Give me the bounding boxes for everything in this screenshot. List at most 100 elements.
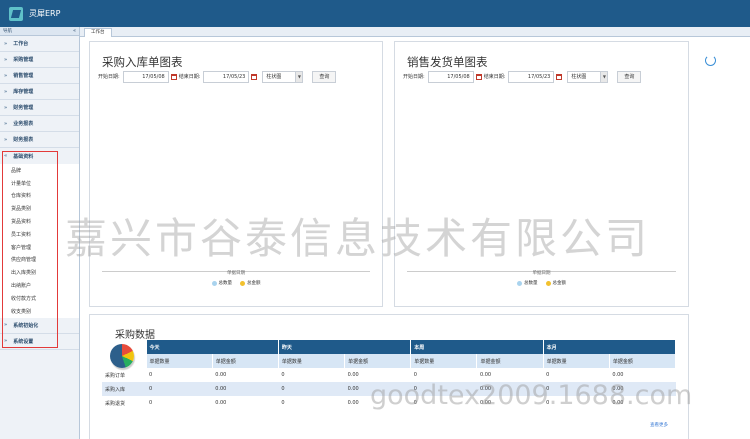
panel-title: 采购入库单图表 bbox=[102, 55, 183, 69]
table-cell: 0 bbox=[546, 400, 550, 406]
query-button[interactable]: 查询 bbox=[617, 70, 642, 83]
chart-type-select[interactable]: 柱状图 ▼ bbox=[567, 70, 609, 83]
collapse-sidebar-icon[interactable]: « bbox=[73, 28, 76, 34]
sidebar-group-inventory[interactable]: » 库存管理 bbox=[0, 84, 79, 100]
panel-title: 销售发货单图表 bbox=[407, 55, 488, 69]
chart-legend: 总数量 总金额 bbox=[395, 280, 688, 286]
sidebar-item-supplier[interactable]: 供应商管理 bbox=[0, 253, 79, 267]
view-more-link[interactable]: 查看更多 bbox=[650, 422, 668, 428]
chevron-down-icon: ▼ bbox=[295, 71, 303, 82]
legend-item-qty[interactable]: 总数量 bbox=[211, 280, 232, 286]
sidebar-group-basic-data[interactable]: « 基础资料 bbox=[0, 148, 79, 164]
sidebar-group-system-settings[interactable]: » 系统设置 bbox=[0, 334, 79, 350]
top-bar: 灵犀ERP bbox=[0, 0, 750, 27]
pie-chart-icon bbox=[110, 344, 134, 368]
sidebar-item-employee[interactable]: 员工资料 bbox=[0, 227, 79, 241]
sidebar-group-label: 工作台 bbox=[13, 41, 29, 47]
table-row[interactable]: 采购入库 0 0.00 0 0.00 0 0.00 0 0.00 bbox=[102, 382, 676, 396]
sidebar-group-label: 财务报表 bbox=[13, 137, 34, 143]
start-date-input[interactable]: 17/05/08 bbox=[427, 70, 474, 83]
column-header: 单据金额 bbox=[212, 354, 279, 368]
table-header-metrics: 单据数量 单据金额 单据数量 单据金额 单据数量 单据金额 单据数量 单据金额 bbox=[102, 354, 677, 368]
calendar-icon[interactable] bbox=[170, 73, 177, 80]
table-cell: 0.00 bbox=[212, 382, 279, 396]
table-cell: 0 bbox=[281, 372, 285, 378]
refresh-icon[interactable] bbox=[705, 55, 716, 66]
column-header: 单据数量 bbox=[278, 354, 346, 368]
legend-dot bbox=[211, 280, 217, 286]
column-header: 单据金额 bbox=[344, 354, 412, 368]
table-cell: 0 bbox=[278, 382, 345, 396]
table-cell: 0.00 bbox=[609, 382, 676, 396]
calendar-icon[interactable] bbox=[556, 73, 563, 80]
table-cell: 0 bbox=[281, 400, 285, 406]
sidebar-item-unit[interactable]: 计量单位 bbox=[0, 176, 79, 190]
sidebar-group-purchase[interactable]: » 采购管理 bbox=[0, 52, 79, 68]
end-date-input[interactable]: 17/05/23 bbox=[508, 70, 555, 83]
panel-title: 采购数据 bbox=[115, 330, 155, 341]
filter-row: 开始日期: 17/05/08 结束日期: 17/05/23 柱状图 ▼ 查询 bbox=[403, 70, 642, 83]
row-label: 采购订单 bbox=[105, 372, 126, 379]
sidebar-item-brand[interactable]: 品牌 bbox=[0, 164, 79, 177]
sidebar-title: 导航 bbox=[3, 29, 12, 34]
end-date-label: 结束日期: bbox=[178, 74, 201, 80]
expand-arrow-icon: » bbox=[4, 338, 8, 345]
sidebar-item-io-category[interactable]: 出入库类别 bbox=[0, 266, 79, 280]
legend-dot bbox=[545, 280, 551, 286]
column-header: 单据数量 bbox=[146, 354, 213, 368]
table-cell: 0.00 bbox=[612, 372, 624, 378]
legend-item-qty[interactable]: 总数量 bbox=[517, 280, 538, 286]
calendar-icon[interactable] bbox=[475, 73, 482, 80]
legend-label: 总数量 bbox=[524, 281, 538, 286]
chart-type-select[interactable]: 柱状图 ▼ bbox=[262, 70, 304, 83]
query-button[interactable]: 查询 bbox=[312, 70, 337, 83]
chart-type-value: 柱状图 bbox=[266, 74, 282, 80]
end-date-label: 结束日期: bbox=[483, 74, 506, 80]
column-header: 单据金额 bbox=[609, 354, 677, 368]
sidebar-item-warehouse[interactable]: 仓库资料 bbox=[0, 189, 79, 203]
purchase-data-table: 今天 昨天 本周 本月 单据数量 单据金额 单据数量 单据金额 单据数量 单据金… bbox=[102, 340, 677, 410]
sidebar-item-goods-category[interactable]: 货品类别 bbox=[0, 202, 79, 216]
table-cell: 0 bbox=[543, 382, 610, 396]
calendar-icon[interactable] bbox=[251, 73, 258, 80]
sidebar-group-sales[interactable]: » 销售管理 bbox=[0, 68, 79, 84]
tab-workbench[interactable]: 工作台 bbox=[84, 28, 112, 37]
legend-dot bbox=[517, 280, 522, 286]
sidebar-item-cashier-account[interactable]: 出纳账户 bbox=[0, 279, 79, 292]
column-header: 单据数量 bbox=[410, 354, 478, 368]
sidebar-group-label: 基础资料 bbox=[13, 153, 34, 160]
sidebar-item-income-expense[interactable]: 收支类别 bbox=[0, 304, 79, 318]
start-date-input[interactable]: 17/05/08 bbox=[122, 70, 169, 83]
table-cell: 0 bbox=[410, 382, 477, 396]
table-cell: 0 bbox=[546, 372, 550, 378]
table-cell: 0.00 bbox=[344, 382, 411, 396]
row-label: 采购退货 bbox=[105, 400, 126, 407]
row-label: 采购入库 bbox=[102, 382, 146, 396]
end-date-input[interactable]: 17/05/23 bbox=[203, 70, 250, 83]
legend-label: 总金额 bbox=[552, 281, 567, 286]
legend-item-amount[interactable]: 总金额 bbox=[545, 280, 567, 286]
sidebar-item-payment-method[interactable]: 收付款方式 bbox=[0, 291, 79, 305]
table-header-periods: 今天 昨天 本周 本月 bbox=[102, 340, 677, 368]
sidebar-group-finance[interactable]: » 财务管理 bbox=[0, 100, 79, 116]
table-row[interactable]: 采购订单 0 0.00 0 0.00 0 0.00 0 0.00 bbox=[102, 368, 676, 382]
sidebar-group-system-init[interactable]: » 系统初始化 bbox=[0, 318, 79, 334]
table-row[interactable]: 采购退货 0 0.00 0 0.00 0 0.00 0 0.00 bbox=[102, 396, 676, 410]
table-cell: 0.00 bbox=[347, 372, 359, 378]
sidebar-group-business-reports[interactable]: » 业务报表 bbox=[0, 116, 79, 132]
sidebar-group-workbench[interactable]: » 工作台 bbox=[0, 36, 79, 52]
sidebar-item-customer[interactable]: 客户管理 bbox=[0, 240, 79, 254]
expand-arrow-icon: » bbox=[4, 322, 8, 329]
sidebar-group-label: 系统设置 bbox=[13, 338, 34, 345]
sidebar-item-goods[interactable]: 货品资料 bbox=[0, 215, 79, 228]
sidebar-group-label: 库存管理 bbox=[13, 89, 34, 95]
table-cell: 0 bbox=[149, 372, 153, 378]
legend-dot bbox=[240, 280, 245, 286]
sidebar-group-finance-reports[interactable]: » 财务报表 bbox=[0, 132, 79, 148]
column-header: 单据金额 bbox=[476, 354, 544, 368]
sidebar-group-label: 系统初始化 bbox=[13, 322, 39, 329]
expand-arrow-icon: » bbox=[4, 56, 8, 63]
legend-item-amount[interactable]: 总金额 bbox=[240, 280, 261, 286]
period-header: 今天 bbox=[146, 340, 279, 354]
table-cell: 0.00 bbox=[347, 400, 359, 406]
